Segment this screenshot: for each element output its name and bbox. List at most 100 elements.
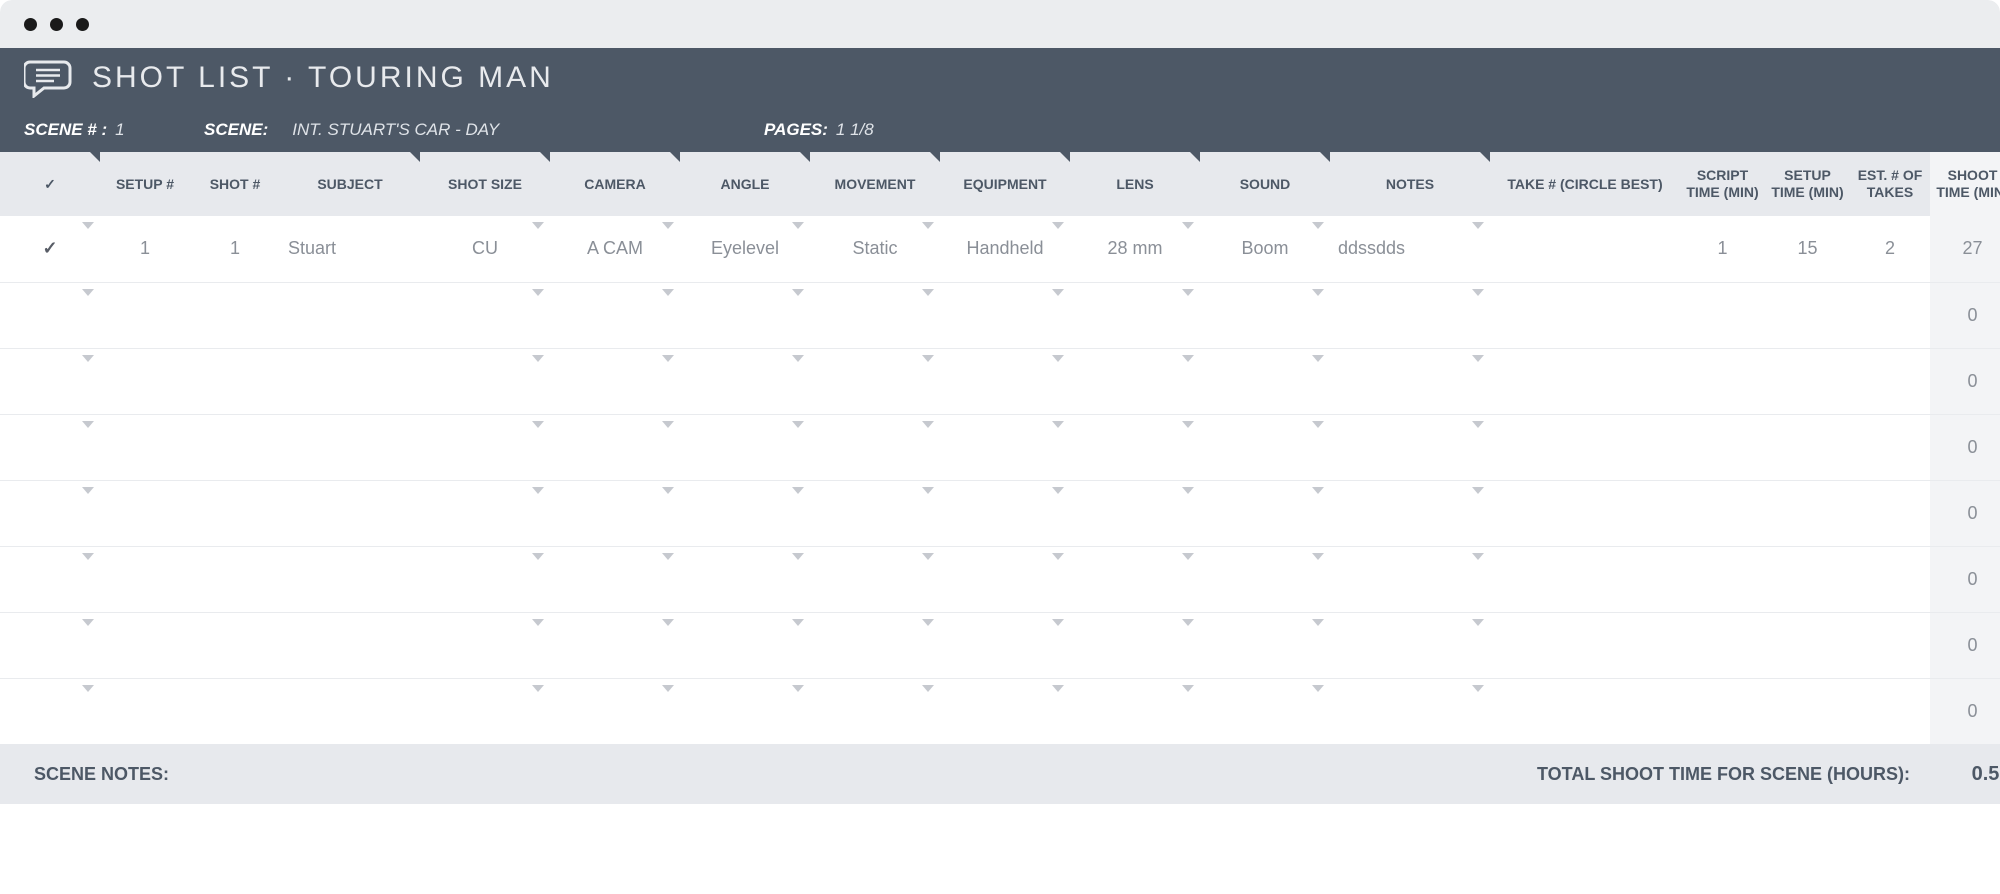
cell-angle[interactable] <box>680 612 810 678</box>
cell-lens[interactable]: 28 mm <box>1070 216 1200 282</box>
cell-sound[interactable] <box>1200 348 1330 414</box>
cell-check[interactable] <box>0 414 100 480</box>
cell-est_takes[interactable] <box>1850 480 1930 546</box>
cell-shot_size[interactable] <box>420 414 550 480</box>
cell-equipment[interactable] <box>940 546 1070 612</box>
cell-subject[interactable] <box>280 678 420 744</box>
cell-notes[interactable] <box>1330 612 1490 678</box>
cell-shot[interactable] <box>190 678 280 744</box>
cell-setup[interactable]: 1 <box>100 216 190 282</box>
cell-sound[interactable] <box>1200 612 1330 678</box>
cell-subject[interactable] <box>280 612 420 678</box>
dropdown-icon[interactable] <box>1182 421 1194 428</box>
cell-shot_size[interactable] <box>420 348 550 414</box>
cell-script_time[interactable] <box>1680 282 1765 348</box>
dropdown-icon[interactable] <box>532 553 544 560</box>
cell-take[interactable] <box>1490 546 1680 612</box>
cell-equipment[interactable] <box>940 612 1070 678</box>
cell-shot_size[interactable] <box>420 546 550 612</box>
dropdown-icon[interactable] <box>1052 289 1064 296</box>
dropdown-icon[interactable] <box>1052 487 1064 494</box>
dropdown-icon[interactable] <box>532 619 544 626</box>
cell-sound[interactable] <box>1200 546 1330 612</box>
cell-script_time[interactable] <box>1680 612 1765 678</box>
dropdown-icon[interactable] <box>1472 619 1484 626</box>
dropdown-icon[interactable] <box>792 487 804 494</box>
cell-est_takes[interactable] <box>1850 546 1930 612</box>
dropdown-icon[interactable] <box>1472 355 1484 362</box>
cell-shoot_time[interactable]: 0 <box>1930 480 2000 546</box>
dropdown-icon[interactable] <box>82 619 94 626</box>
dropdown-icon[interactable] <box>1182 553 1194 560</box>
dropdown-icon[interactable] <box>1312 487 1324 494</box>
cell-equipment[interactable] <box>940 414 1070 480</box>
dropdown-icon[interactable] <box>1472 289 1484 296</box>
cell-setup[interactable] <box>100 546 190 612</box>
dropdown-icon[interactable] <box>1312 289 1324 296</box>
cell-est_takes[interactable] <box>1850 282 1930 348</box>
cell-shot[interactable] <box>190 546 280 612</box>
cell-movement[interactable] <box>810 414 940 480</box>
dropdown-icon[interactable] <box>662 222 674 229</box>
dropdown-icon[interactable] <box>792 355 804 362</box>
cell-shoot_time[interactable]: 0 <box>1930 546 2000 612</box>
dropdown-icon[interactable] <box>82 487 94 494</box>
cell-lens[interactable] <box>1070 282 1200 348</box>
cell-check[interactable] <box>0 678 100 744</box>
dropdown-icon[interactable] <box>922 487 934 494</box>
cell-check[interactable] <box>0 480 100 546</box>
cell-est_takes[interactable] <box>1850 612 1930 678</box>
dropdown-icon[interactable] <box>82 421 94 428</box>
traffic-light-dot[interactable] <box>50 18 63 31</box>
cell-shoot_time[interactable]: 0 <box>1930 348 2000 414</box>
cell-shoot_time[interactable]: 0 <box>1930 678 2000 744</box>
cell-shot[interactable]: 1 <box>190 216 280 282</box>
dropdown-icon[interactable] <box>792 685 804 692</box>
cell-script_time[interactable]: 1 <box>1680 216 1765 282</box>
cell-movement[interactable] <box>810 612 940 678</box>
dropdown-icon[interactable] <box>662 421 674 428</box>
cell-sound[interactable] <box>1200 678 1330 744</box>
dropdown-icon[interactable] <box>82 355 94 362</box>
cell-shoot_time[interactable]: 0 <box>1930 282 2000 348</box>
cell-shot[interactable] <box>190 480 280 546</box>
dropdown-icon[interactable] <box>1052 222 1064 229</box>
cell-camera[interactable] <box>550 546 680 612</box>
cell-camera[interactable] <box>550 480 680 546</box>
cell-lens[interactable] <box>1070 546 1200 612</box>
dropdown-icon[interactable] <box>1312 685 1324 692</box>
dropdown-icon[interactable] <box>792 289 804 296</box>
cell-equipment[interactable] <box>940 480 1070 546</box>
cell-take[interactable] <box>1490 348 1680 414</box>
cell-equipment[interactable] <box>940 348 1070 414</box>
dropdown-icon[interactable] <box>1182 487 1194 494</box>
dropdown-icon[interactable] <box>532 222 544 229</box>
cell-camera[interactable] <box>550 282 680 348</box>
cell-sound[interactable]: Boom <box>1200 216 1330 282</box>
cell-setup_time[interactable] <box>1765 612 1850 678</box>
dropdown-icon[interactable] <box>922 553 934 560</box>
dropdown-icon[interactable] <box>1472 685 1484 692</box>
cell-camera[interactable] <box>550 678 680 744</box>
cell-shot_size[interactable] <box>420 678 550 744</box>
dropdown-icon[interactable] <box>1182 685 1194 692</box>
cell-shot[interactable] <box>190 612 280 678</box>
cell-shot[interactable] <box>190 282 280 348</box>
dropdown-icon[interactable] <box>922 289 934 296</box>
cell-angle[interactable] <box>680 348 810 414</box>
dropdown-icon[interactable] <box>792 222 804 229</box>
cell-shot_size[interactable] <box>420 480 550 546</box>
dropdown-icon[interactable] <box>1182 355 1194 362</box>
dropdown-icon[interactable] <box>532 355 544 362</box>
dropdown-icon[interactable] <box>1312 222 1324 229</box>
dropdown-icon[interactable] <box>1052 553 1064 560</box>
cell-notes[interactable] <box>1330 678 1490 744</box>
cell-lens[interactable] <box>1070 612 1200 678</box>
cell-check[interactable] <box>0 546 100 612</box>
cell-subject[interactable] <box>280 282 420 348</box>
cell-equipment[interactable] <box>940 678 1070 744</box>
dropdown-icon[interactable] <box>1312 421 1324 428</box>
dropdown-icon[interactable] <box>662 487 674 494</box>
cell-shoot_time[interactable]: 0 <box>1930 414 2000 480</box>
cell-notes[interactable] <box>1330 546 1490 612</box>
